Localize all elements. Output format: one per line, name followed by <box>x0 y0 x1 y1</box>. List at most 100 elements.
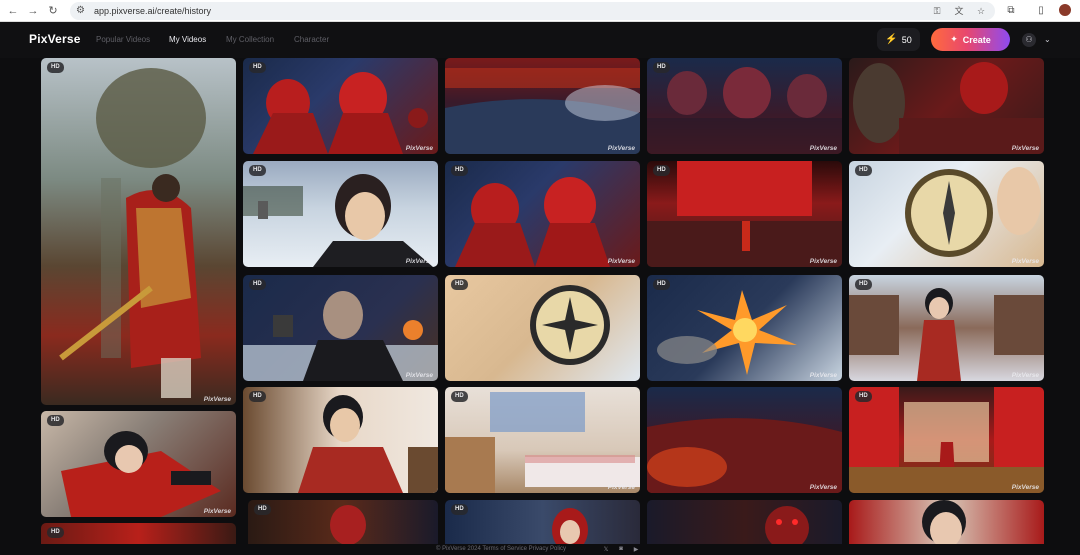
hd-badge: HD <box>249 391 266 402</box>
discord-icon[interactable]: ◙ <box>617 546 625 553</box>
video-card[interactable]: PixVerse <box>849 58 1044 154</box>
video-card[interactable]: PixVerse <box>445 58 640 154</box>
credits-badge[interactable]: ⚡ 50 <box>877 28 920 51</box>
pixverse-watermark: PixVerse <box>405 372 433 379</box>
address-bar[interactable]: ⚙ app.pixverse.ai/create/history ⚿ 文 ☆ <box>70 2 995 20</box>
nav-character[interactable]: Character <box>294 35 329 44</box>
video-card[interactable]: HD PixVerse <box>647 275 842 381</box>
pixverse-watermark: PixVerse <box>809 258 837 265</box>
hd-badge: HD <box>451 504 468 515</box>
video-gallery: HD PixVerse HD PixVerse HD HD PixVerse H… <box>0 58 1080 544</box>
youtube-icon[interactable]: ▶ <box>632 546 640 553</box>
video-thumbnail <box>853 62 1044 154</box>
video-thumbnail <box>552 508 588 544</box>
pixverse-watermark: PixVerse <box>1011 372 1039 379</box>
create-button[interactable]: ✦ Create <box>931 28 1010 51</box>
video-card[interactable]: HD PixVerse <box>243 58 438 154</box>
pixverse-watermark: PixVerse <box>405 258 433 265</box>
video-card[interactable]: HD PixVerse <box>647 161 842 267</box>
pixverse-watermark: PixVerse <box>203 508 231 515</box>
video-thumbnail <box>765 506 809 544</box>
hd-badge: HD <box>47 415 64 426</box>
video-card[interactable]: HD <box>248 500 438 544</box>
browser-profile-avatar[interactable] <box>1058 3 1072 17</box>
hd-badge: HD <box>653 165 670 176</box>
translate-icon[interactable]: 文 <box>953 5 965 17</box>
pixverse-watermark: PixVerse <box>809 372 837 379</box>
video-card[interactable]: HD PixVerse <box>445 387 640 493</box>
video-card[interactable]: HD PixVerse <box>243 161 438 267</box>
video-card[interactable]: HD PixVerse <box>849 275 1044 381</box>
pixverse-watermark: PixVerse <box>809 484 837 491</box>
create-button-label: Create <box>962 34 991 45</box>
video-card[interactable]: HD <box>445 275 640 381</box>
video-thumbnail <box>445 68 640 154</box>
video-thumbnail <box>849 387 1044 493</box>
user-menu[interactable]: ⚇ ⌄ <box>1018 28 1058 51</box>
video-thumbnail <box>330 505 366 544</box>
sidepanel-icon[interactable]: ▯ <box>1034 4 1048 18</box>
video-card[interactable] <box>849 500 1044 544</box>
video-card[interactable] <box>647 500 842 544</box>
chevron-down-icon: ⌄ <box>1044 35 1051 44</box>
pixverse-watermark: PixVerse <box>1011 258 1039 265</box>
pixverse-watermark: PixVerse <box>607 484 635 491</box>
hd-badge: HD <box>451 165 468 176</box>
hd-badge: HD <box>855 165 872 176</box>
pixverse-watermark: PixVerse <box>1011 484 1039 491</box>
video-thumbnail <box>59 68 206 398</box>
hd-badge: HD <box>47 62 64 73</box>
video-card[interactable]: HD <box>41 523 236 544</box>
extensions-icon[interactable]: ⧉ <box>1004 4 1018 18</box>
hd-badge: HD <box>855 391 872 402</box>
video-thumbnail <box>61 431 221 517</box>
key-icon[interactable]: ⚿ <box>931 5 943 17</box>
nav-my-videos[interactable]: My Videos <box>169 35 206 44</box>
pixverse-logo[interactable]: PixVerse <box>29 32 81 46</box>
video-card[interactable]: HD PixVerse <box>849 387 1044 493</box>
video-thumbnail <box>647 67 842 154</box>
lightning-icon: ⚡ <box>885 34 898 45</box>
video-card[interactable]: HD PixVerse <box>849 161 1044 267</box>
video-thumbnail <box>445 392 640 493</box>
nav-popular-videos[interactable]: Popular Videos <box>96 35 150 44</box>
video-thumbnail <box>298 395 438 493</box>
x-social-icon[interactable]: 𝕏 <box>602 546 610 553</box>
video-card[interactable]: HD PixVerse <box>41 411 236 517</box>
star-icon[interactable]: ☆ <box>975 5 987 17</box>
forward-icon[interactable]: → <box>26 4 40 18</box>
pixverse-watermark: PixVerse <box>607 145 635 152</box>
back-icon[interactable]: ← <box>6 4 20 18</box>
video-thumbnail <box>905 167 1041 257</box>
video-thumbnail <box>253 72 428 154</box>
video-card[interactable]: HD PixVerse <box>243 275 438 381</box>
hd-badge: HD <box>249 62 266 73</box>
hd-badge: HD <box>855 279 872 290</box>
hd-badge: HD <box>249 165 266 176</box>
nav-my-collection[interactable]: My Collection <box>226 35 274 44</box>
video-thumbnail <box>849 288 1044 381</box>
video-thumbnail <box>647 161 842 267</box>
pixverse-watermark: PixVerse <box>607 258 635 265</box>
site-settings-icon[interactable]: ⚙ <box>76 5 88 17</box>
video-card[interactable]: HD PixVerse <box>41 58 236 405</box>
app-header: PixVerse Popular Videos My Videos My Col… <box>0 22 1080 58</box>
video-card[interactable]: HD PixVerse <box>647 58 842 154</box>
video-card[interactable]: PixVerse <box>647 387 842 493</box>
credits-value: 50 <box>901 34 912 45</box>
video-card[interactable]: HD PixVerse <box>445 161 640 267</box>
footer-text: © PixVerse 2024 Terms of Service Privacy… <box>436 546 567 552</box>
sparkle-icon: ✦ <box>950 34 958 44</box>
hd-badge: HD <box>451 279 468 290</box>
video-card[interactable]: HD <box>445 500 640 544</box>
pixverse-watermark: PixVerse <box>809 145 837 152</box>
video-card[interactable]: HD <box>243 387 438 493</box>
video-thumbnail <box>243 174 433 267</box>
hd-badge: HD <box>653 279 670 290</box>
pixverse-watermark: PixVerse <box>405 145 433 152</box>
reload-icon[interactable]: ↻ <box>46 4 60 18</box>
user-icon: ⚇ <box>1022 32 1036 47</box>
hd-badge: HD <box>254 504 271 515</box>
hd-badge: HD <box>47 527 64 538</box>
hd-badge: HD <box>451 391 468 402</box>
